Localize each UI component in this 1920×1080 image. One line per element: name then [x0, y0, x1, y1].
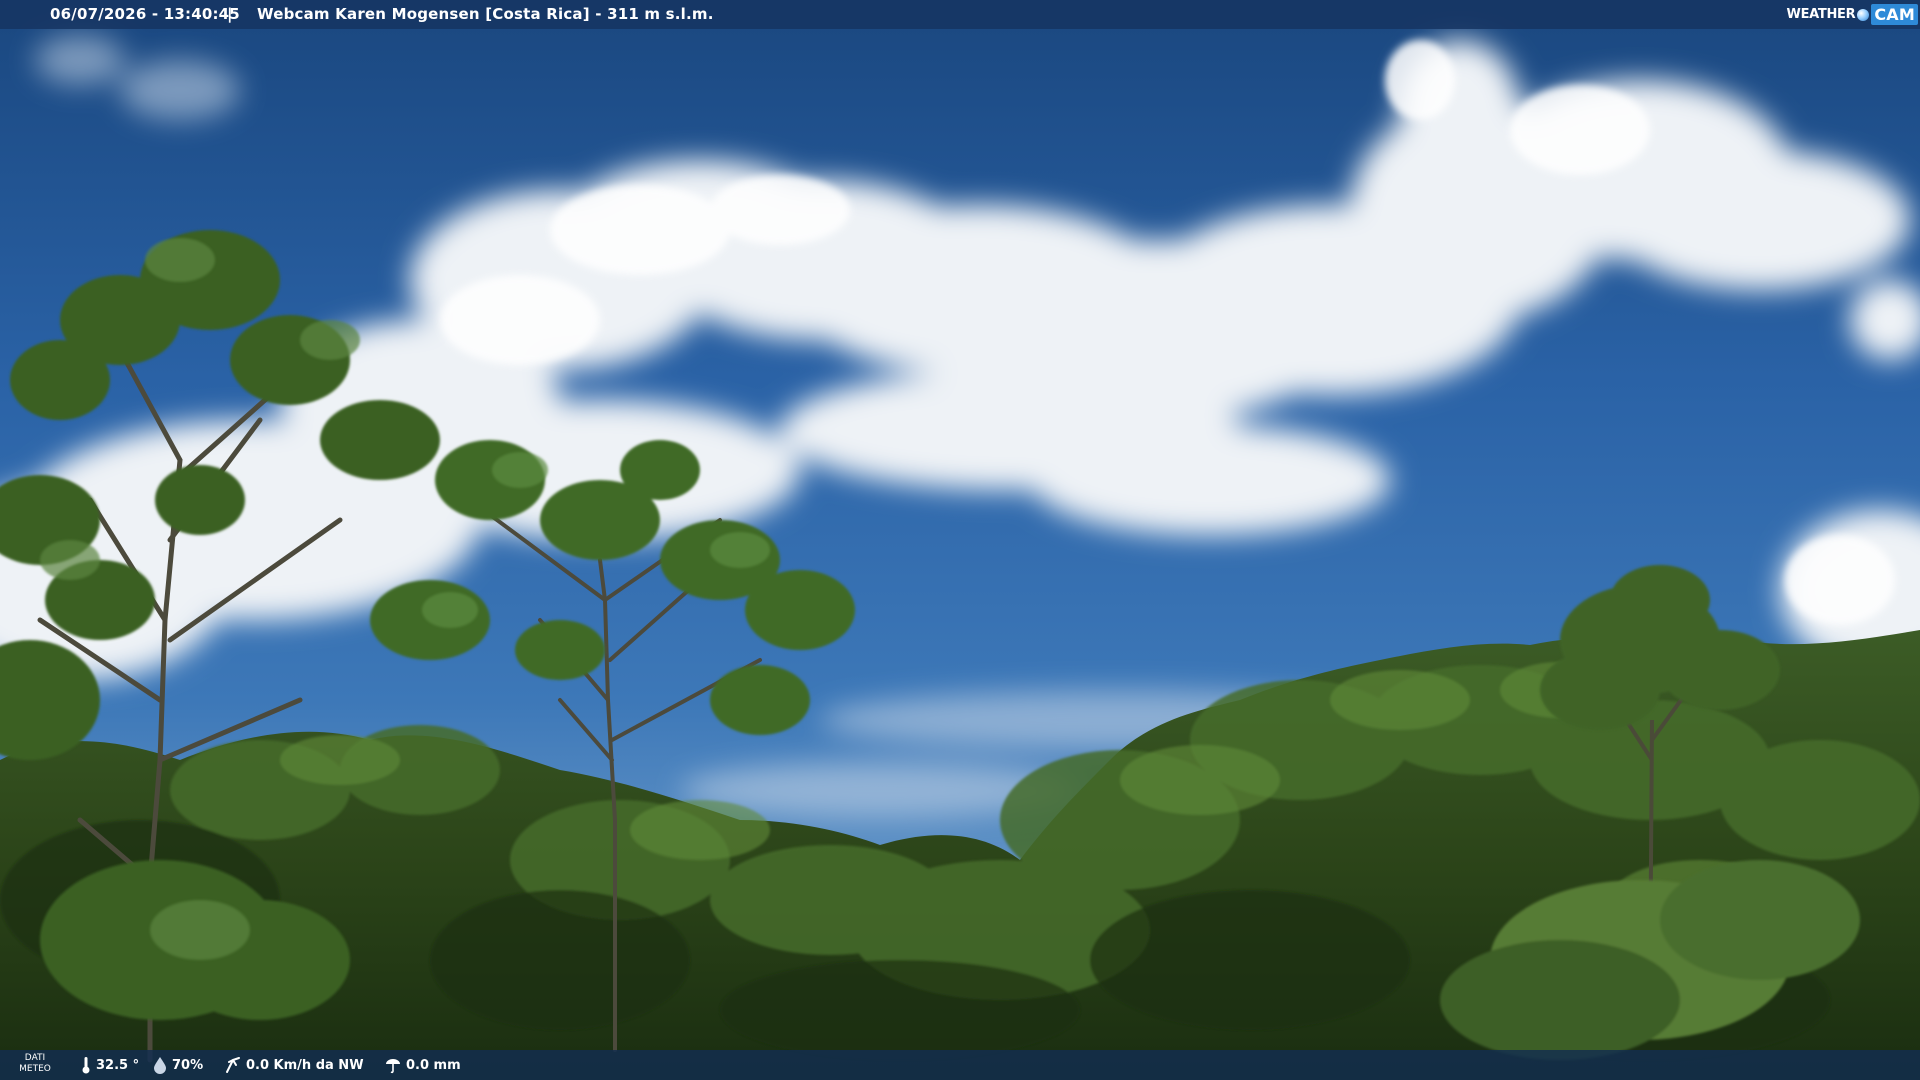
- separator: |: [227, 5, 233, 23]
- timestamp: 06/07/2026 - 13:40:45: [50, 5, 240, 23]
- rain-reading: 0.0 mm: [384, 1050, 461, 1080]
- logo-globe-icon: [1857, 8, 1870, 21]
- humidity-value: 70%: [172, 1057, 204, 1073]
- thermometer-icon: [82, 1057, 90, 1074]
- rain-value: 0.0 mm: [406, 1057, 461, 1073]
- humidity-reading: 70%: [152, 1050, 203, 1080]
- camera-label: Webcam Karen Mogensen [Costa Rica] - 311…: [257, 5, 714, 23]
- logo-word: WEATHER: [1786, 7, 1856, 22]
- logo-cam: CAM: [1871, 4, 1918, 25]
- meteo-label-line1: DATI: [24, 1053, 46, 1063]
- temperature-value: 32.5 °: [96, 1057, 140, 1073]
- rain-icon: [386, 1059, 400, 1074]
- humidity-drop-icon: [154, 1057, 166, 1074]
- webcam-image: [0, 0, 1920, 1080]
- bottom-meteo-bar: DATI METEO 32.5 ° 70% 0.0 Km/h da NW 0.0…: [0, 1050, 1920, 1080]
- meteo-label-line2: METEO: [19, 1064, 51, 1074]
- wind-icon: [226, 1057, 240, 1073]
- weathercam-logo: WEATHER CAM: [1787, 3, 1918, 26]
- wind-value: 0.0 Km/h da NW: [246, 1057, 364, 1073]
- wind-reading: 0.0 Km/h da NW: [224, 1050, 364, 1080]
- temperature-reading: 32.5 °: [80, 1050, 139, 1080]
- meteo-label: DATI METEO: [12, 1053, 58, 1075]
- webcam-frame: 06/07/2026 - 13:40:45 | Webcam Karen Mog…: [0, 0, 1920, 1080]
- top-info-bar: 06/07/2026 - 13:40:45 | Webcam Karen Mog…: [0, 0, 1920, 29]
